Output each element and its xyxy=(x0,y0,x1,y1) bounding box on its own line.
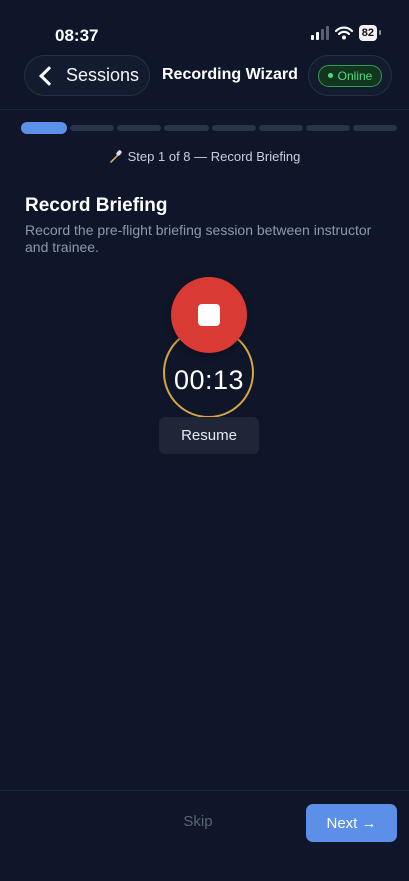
section-title: Record Briefing xyxy=(25,195,168,216)
microphone-icon xyxy=(109,150,122,163)
battery-icon: 82 xyxy=(358,25,382,41)
status-time: 08:37 xyxy=(55,26,99,45)
status-icons: 82 xyxy=(310,25,382,41)
back-button[interactable]: Sessions xyxy=(24,55,150,96)
step-segment xyxy=(211,125,256,131)
step-segment xyxy=(21,122,68,134)
home-indicator-area xyxy=(0,852,409,881)
step-progress xyxy=(21,122,397,134)
step-segment xyxy=(70,125,115,131)
back-label: Sessions xyxy=(66,65,140,85)
status-badge: Online xyxy=(317,64,383,87)
status-dot-icon xyxy=(327,73,333,78)
step-segment xyxy=(258,125,303,131)
recorder: 00:13 Resume xyxy=(0,272,409,462)
wifi-icon xyxy=(334,26,353,40)
step-segment xyxy=(305,125,350,131)
page-title: Recording Wizard xyxy=(162,66,298,83)
step-segment xyxy=(352,125,397,131)
step-segment xyxy=(117,125,162,131)
step-indicator: Step 1 of 8 — Record Briefing xyxy=(0,149,409,164)
signal-icon xyxy=(310,26,329,40)
section-description: Record the pre-flight briefing session b… xyxy=(25,222,372,255)
status-bar: 08:37 82 xyxy=(0,0,409,52)
stop-recording-button[interactable] xyxy=(171,277,247,353)
step-label: Step 1 of 8 — Record Briefing xyxy=(127,149,301,164)
nav-bar: Sessions Recording Wizard Online xyxy=(24,55,392,96)
stop-icon xyxy=(198,304,220,326)
recording-timer: 00:13 xyxy=(173,365,245,395)
connection-status: Online xyxy=(308,55,392,96)
header-divider xyxy=(0,109,409,110)
next-button[interactable]: Next → xyxy=(306,804,397,842)
step-segment xyxy=(164,125,209,131)
skip-button[interactable]: Skip xyxy=(168,813,228,835)
footer-divider xyxy=(0,790,409,791)
resume-button[interactable]: Resume xyxy=(159,417,259,454)
status-badge-label: Online xyxy=(337,68,373,83)
chevron-left-icon xyxy=(39,65,59,86)
